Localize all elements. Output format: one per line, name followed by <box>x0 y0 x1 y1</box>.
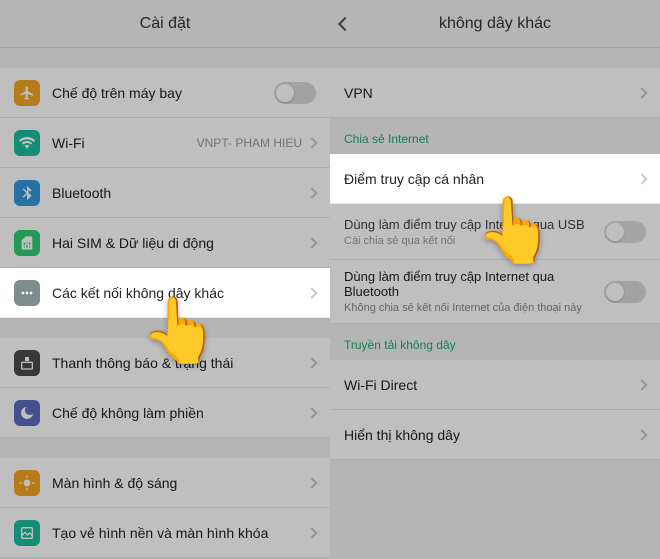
row-airplane[interactable]: Chế độ trên máy bay <box>0 68 330 118</box>
chevron-icon <box>306 287 317 298</box>
chevron-icon <box>636 379 647 390</box>
wifi-value: VNPT- PHAM HIEU <box>197 136 302 150</box>
wallpaper-label: Tạo vẻ hình nền và màn hình khóa <box>52 525 308 541</box>
row-vpn[interactable]: VPN <box>330 68 660 118</box>
chevron-left-icon <box>338 16 352 30</box>
back-button[interactable] <box>340 0 350 47</box>
hotspot-label: Điểm truy cập cá nhân <box>344 171 638 187</box>
statusbar-icon <box>14 350 40 376</box>
bluetooth-label: Bluetooth <box>52 185 308 201</box>
chevron-icon <box>306 137 317 148</box>
bt-tether-sub: Không chia sẻ kết nối Internet của điện … <box>344 302 604 314</box>
section-internet-sharing: Chia sẻ Internet <box>330 118 660 154</box>
airplane-icon <box>14 80 40 106</box>
display-icon <box>14 470 40 496</box>
bt-tether-label: Dùng làm điểm truy cập Internet qua Blue… <box>344 269 604 299</box>
dnd-icon <box>14 400 40 426</box>
row-dnd[interactable]: Chế độ không làm phiền <box>0 388 330 438</box>
row-more-wireless[interactable]: Các kết nối không dây khác <box>0 268 330 318</box>
chevron-icon <box>306 187 317 198</box>
sim-label: Hai SIM & Dữ liệu di động <box>52 235 308 251</box>
wireless-display-label: Hiển thị không dây <box>344 427 638 443</box>
vpn-label: VPN <box>344 85 638 101</box>
row-wifi-direct[interactable]: Wi-Fi Direct <box>330 360 660 410</box>
airplane-toggle[interactable] <box>274 82 316 104</box>
row-wallpaper[interactable]: Tạo vẻ hình nền và màn hình khóa <box>0 508 330 558</box>
chevron-icon <box>306 527 317 538</box>
dnd-label: Chế độ không làm phiền <box>52 405 308 421</box>
usb-tether-sub: Cài chia sẻ qua kết nối <box>344 235 604 247</box>
left-pane: Cài đặt Chế độ trên máy bay Wi-Fi VNPT- … <box>0 0 330 559</box>
notification-group: Thanh thông báo & trạng thái Chế độ khôn… <box>0 338 330 438</box>
right-header: không dây khác <box>330 0 660 48</box>
connectivity-group: Chế độ trên máy bay Wi-Fi VNPT- PHAM HIE… <box>0 68 330 318</box>
chevron-icon <box>636 429 647 440</box>
wifi-icon <box>14 130 40 156</box>
wallpaper-icon <box>14 520 40 546</box>
row-wifi[interactable]: Wi-Fi VNPT- PHAM HIEU <box>0 118 330 168</box>
chevron-icon <box>306 237 317 248</box>
airplane-label: Chế độ trên máy bay <box>52 85 274 101</box>
right-pane: không dây khác VPN Chia sẻ Internet Điểm… <box>330 0 660 559</box>
chevron-icon <box>306 477 317 488</box>
wifi-label: Wi-Fi <box>52 135 197 151</box>
bt-tether-toggle[interactable] <box>604 281 646 303</box>
wifi-direct-label: Wi-Fi Direct <box>344 377 638 393</box>
section-wireless-transmit: Truyền tải không dây <box>330 324 660 360</box>
display-group: Màn hình & độ sáng Tạo vẻ hình nền và mà… <box>0 458 330 558</box>
statusbar-label: Thanh thông báo & trạng thái <box>52 355 308 371</box>
settings-screenshot-pair: Cài đặt Chế độ trên máy bay Wi-Fi VNPT- … <box>0 0 660 559</box>
chevron-icon <box>306 357 317 368</box>
chevron-icon <box>636 173 647 184</box>
left-title: Cài đặt <box>140 15 191 33</box>
row-bt-tether[interactable]: Dùng làm điểm truy cập Internet qua Blue… <box>330 260 660 324</box>
more-icon <box>14 280 40 306</box>
row-wireless-display[interactable]: Hiển thị không dây <box>330 410 660 460</box>
row-hotspot[interactable]: Điểm truy cập cá nhân <box>330 154 660 204</box>
usb-tether-toggle[interactable] <box>604 221 646 243</box>
sim-icon <box>14 230 40 256</box>
more-label: Các kết nối không dây khác <box>52 285 308 301</box>
row-usb-tether[interactable]: Dùng làm điểm truy cập Internet qua USB … <box>330 204 660 260</box>
row-bluetooth[interactable]: Bluetooth <box>0 168 330 218</box>
display-label: Màn hình & độ sáng <box>52 475 308 491</box>
bluetooth-icon <box>14 180 40 206</box>
usb-tether-label: Dùng làm điểm truy cập Internet qua USB <box>344 217 604 232</box>
row-statusbar[interactable]: Thanh thông báo & trạng thái <box>0 338 330 388</box>
chevron-icon <box>636 87 647 98</box>
chevron-icon <box>306 407 317 418</box>
row-sim[interactable]: Hai SIM & Dữ liệu di động <box>0 218 330 268</box>
left-header: Cài đặt <box>0 0 330 48</box>
row-display[interactable]: Màn hình & độ sáng <box>0 458 330 508</box>
right-title: không dây khác <box>439 15 551 33</box>
